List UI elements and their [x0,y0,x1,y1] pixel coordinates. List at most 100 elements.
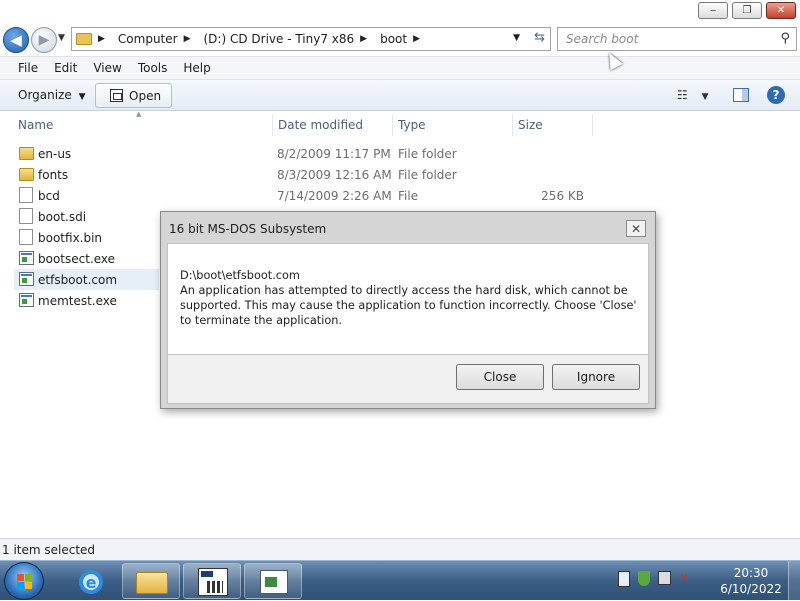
dialog-message-block: D:\boot\etfsboot.com An application has … [180,268,640,328]
taskbar-windows-explorer[interactable] [122,563,180,599]
dialog-titlebar: 16 bit MS-DOS Subsystem [167,218,649,240]
column-header-date[interactable]: Date modified [278,112,363,138]
system-tray: ✕ [618,571,695,589]
search-input[interactable]: Search boot ⚲ [557,27,797,51]
open-button[interactable]: Open [95,83,172,108]
breadcrumb-separator[interactable]: ▶ [413,34,427,44]
file-name: bootsect.exe [38,251,116,266]
maximize-button[interactable]: ❐ [732,2,762,19]
file-name: boot.sdi [38,209,87,224]
breadcrumb-computer[interactable]: Computer [118,32,178,46]
help-icon[interactable]: ? [767,86,785,104]
file-name: bootfix.bin [38,230,103,245]
ignore-button-label: Ignore [576,370,616,384]
ignore-button[interactable]: Ignore [552,364,640,390]
list-item-selected[interactable]: etfsboot.com [14,269,159,290]
ms-dos-subsystem-dialog: 16 bit MS-DOS Subsystem ✕ D:\boot\etfsbo… [160,211,656,409]
dialog-close-icon[interactable]: ✕ [626,220,646,237]
file-date: 8/2/2009 11:17 PM [277,146,391,161]
chevron-down-icon: ▼ [78,92,86,102]
folder-icon [19,147,34,160]
file-icon [19,208,33,224]
breadcrumb-boot[interactable]: boot [380,32,407,46]
breadcrumb-separator[interactable]: ▶ [98,34,112,44]
file-size: 256 KB [541,188,584,203]
sort-ascending-icon: ▲ [136,110,142,118]
menu-view[interactable]: View [93,61,121,75]
internet-explorer-icon: e [79,570,103,594]
menu-help[interactable]: Help [183,61,210,75]
search-placeholder: Search boot [566,32,639,46]
recent-pages-dropdown[interactable]: ▼ [58,33,65,43]
close-button[interactable]: Close [456,364,544,390]
list-item[interactable]: fonts 8/3/2009 12:16 AM File folder [14,164,594,185]
column-divider[interactable] [592,114,593,136]
menu-edit[interactable]: Edit [54,61,77,75]
file-type: File [398,188,419,203]
breadcrumb-cd-drive[interactable]: (D:) CD Drive - Tiny7 x86 [204,32,355,46]
executable-icon [19,251,34,265]
address-row: ◀ ▶ ▼ ▶ Computer ▶ (D:) CD Drive - Tiny7… [0,24,800,56]
start-button[interactable] [4,562,44,600]
taskbar-ms-dos-app[interactable] [183,563,241,599]
open-label: Open [129,88,162,103]
taskbar-app-window[interactable] [244,563,302,599]
dialog-message: An application has attempted to directly… [180,284,637,327]
show-desktop-button[interactable] [788,561,800,601]
application-window-icon [260,570,288,594]
views-icon: ☷ [677,88,688,102]
file-date: 8/3/2009 12:16 AM [277,167,392,182]
column-header-size[interactable]: Size [518,112,543,138]
address-history-dropdown[interactable]: ▼ [513,33,520,43]
close-button-label: Close [483,370,517,384]
organize-label: Organize [18,88,72,102]
minimize-button[interactable]: ‒ [698,2,728,19]
file-name: fonts [38,167,69,182]
address-bar[interactable]: ▶ Computer ▶ (D:) CD Drive - Tiny7 x86 ▶… [71,27,551,51]
volume-muted-icon[interactable]: ✕ [679,571,695,589]
folder-icon [19,168,34,181]
ms-dos-program-icon [198,568,228,596]
menu-tools[interactable]: Tools [138,61,168,75]
action-center-icon[interactable] [618,571,630,587]
column-divider[interactable] [272,114,273,136]
column-divider[interactable] [392,114,393,136]
executable-icon [19,293,34,307]
breadcrumb-separator[interactable]: ▶ [360,34,374,44]
column-header-type[interactable]: Type [398,112,426,138]
list-item[interactable]: bcd 7/14/2009 2:26 AM File 256 KB [14,185,594,206]
windows-explorer-icon [136,572,168,594]
column-header-name[interactable]: Name [18,112,53,138]
menu-file[interactable]: File [18,61,38,75]
forward-button[interactable]: ▶ [31,27,57,53]
close-window-button[interactable]: ✕ [766,2,796,19]
preview-pane-icon[interactable] [733,88,749,102]
windows-logo-icon [17,574,33,590]
dialog-body: D:\boot\etfsboot.com An application has … [167,243,649,355]
breadcrumb-separator[interactable]: ▶ [184,34,198,44]
open-app-icon [110,89,123,102]
status-bar: 1 item selected [0,538,800,560]
file-icon [19,187,33,203]
system-clock[interactable]: 20:30 6/10/2022 [718,565,784,597]
clock-time: 20:30 [733,566,769,580]
taskbar-internet-explorer[interactable]: e [61,563,119,599]
refresh-icon[interactable]: ⇆ [534,30,545,45]
back-button[interactable]: ◀ [3,27,29,53]
executable-icon [19,272,34,286]
organize-button[interactable]: Organize ▼ [18,88,86,102]
security-shield-icon[interactable] [638,571,650,586]
column-divider[interactable] [512,114,513,136]
dialog-title: 16 bit MS-DOS Subsystem [169,222,327,236]
folder-icon [76,33,92,45]
command-bar: Organize ▼ Open ☷ ▼ ? [0,80,800,111]
clock-date: 6/10/2022 [720,582,782,596]
list-item[interactable]: en-us 8/2/2009 11:17 PM File folder [14,143,594,164]
file-name: etfsboot.com [38,272,118,287]
taskbar: e ✕ 20:30 6/10/2022 [0,560,800,601]
change-view-button[interactable]: ☷ ▼ [677,88,709,102]
network-icon[interactable] [658,571,671,585]
menu-bar: File Edit View Tools Help [0,56,800,80]
search-icon[interactable]: ⚲ [780,31,790,46]
file-type: File folder [398,146,457,161]
